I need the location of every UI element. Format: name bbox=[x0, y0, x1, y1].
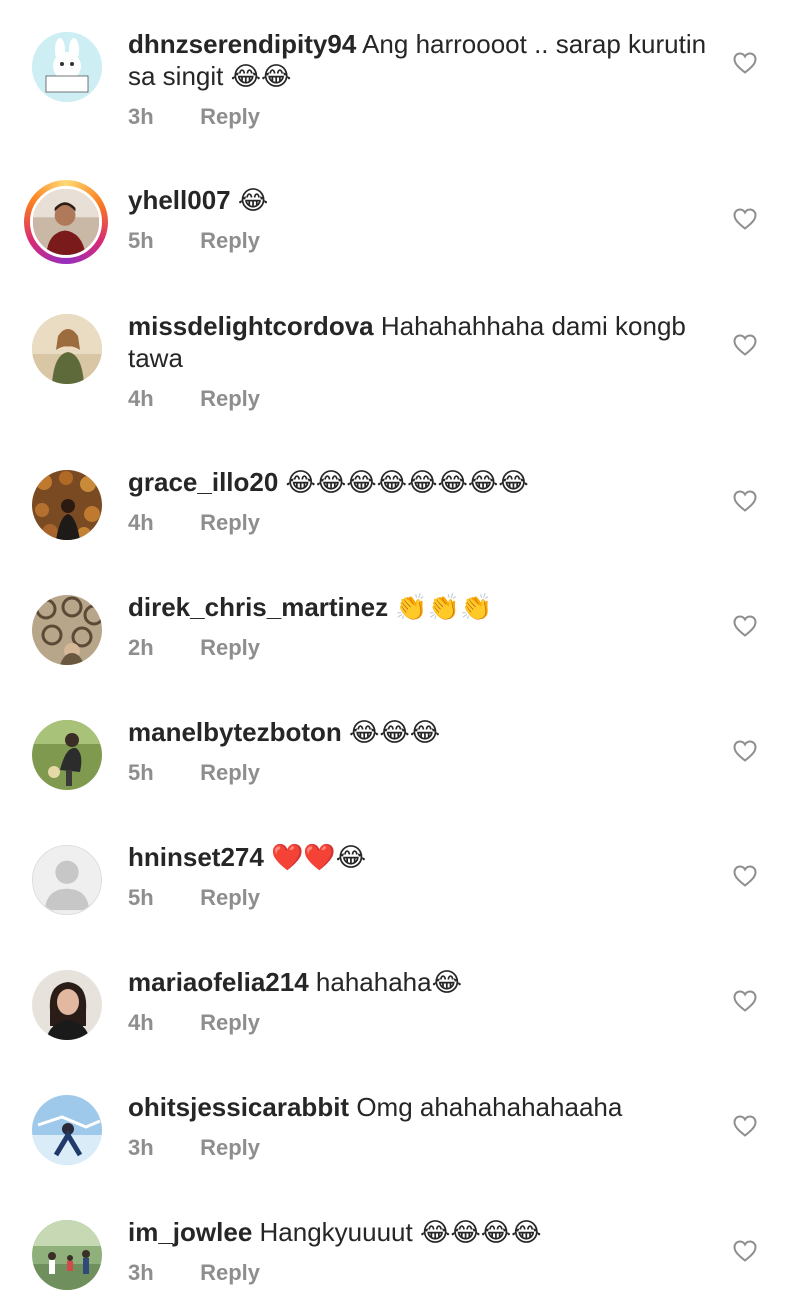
avatar-photo bbox=[32, 314, 102, 384]
comment-text: mariaofelia214 hahahaha😂 bbox=[128, 966, 713, 999]
like-heart-icon[interactable] bbox=[733, 865, 757, 887]
avatar[interactable] bbox=[32, 595, 102, 665]
like-heart-icon[interactable] bbox=[733, 490, 757, 512]
reply-button[interactable]: Reply bbox=[200, 510, 260, 535]
avatar[interactable] bbox=[32, 845, 102, 915]
comment-text: manelbytezboton 😂😂😂 bbox=[128, 716, 713, 749]
comment-text: ohitsjessicarabbit Omg ahahahahahaaha bbox=[128, 1091, 713, 1124]
comment-timestamp: 5h bbox=[128, 228, 154, 253]
comment-meta: 5h Reply bbox=[128, 227, 713, 255]
comment-meta: 3h Reply bbox=[128, 1134, 713, 1162]
comment-meta: 5h Reply bbox=[128, 759, 713, 787]
emoji: 😂 bbox=[431, 968, 462, 998]
comment-username[interactable]: direk_chris_martinez bbox=[128, 592, 388, 622]
comment-text: hninset274 ❤️❤️😂 bbox=[128, 841, 713, 874]
emoji: 😂😂😂 bbox=[349, 718, 441, 748]
emoji: ❤️❤️😂 bbox=[271, 843, 367, 873]
avatar-photo bbox=[32, 595, 102, 665]
reply-button[interactable]: Reply bbox=[200, 1135, 260, 1160]
comment-username[interactable]: grace_illo20 bbox=[128, 467, 278, 497]
comment-text: missdelightcordova Hahahahhaha dami kong… bbox=[128, 310, 713, 375]
avatar[interactable] bbox=[32, 720, 102, 790]
emoji: 😂😂😂😂 bbox=[419, 1218, 542, 1248]
like-heart-icon[interactable] bbox=[733, 208, 757, 230]
avatar[interactable] bbox=[32, 470, 102, 540]
comment-timestamp: 3h bbox=[128, 1135, 154, 1160]
comment-meta: 4h Reply bbox=[128, 509, 713, 537]
avatar[interactable] bbox=[24, 180, 108, 264]
reply-button[interactable]: Reply bbox=[200, 635, 260, 660]
avatar[interactable] bbox=[32, 970, 102, 1040]
reply-button[interactable]: Reply bbox=[200, 760, 260, 785]
comment-text: grace_illo20 😂😂😂😂😂😂😂😂 bbox=[128, 466, 713, 499]
comment-username[interactable]: dhnzserendipity94 bbox=[128, 29, 356, 59]
reply-button[interactable]: Reply bbox=[200, 1010, 260, 1035]
comment-meta: 3h Reply bbox=[128, 1259, 713, 1287]
like-heart-icon[interactable] bbox=[733, 740, 757, 762]
comment-timestamp: 5h bbox=[128, 885, 154, 910]
comment-username[interactable]: im_jowlee bbox=[128, 1217, 252, 1247]
avatar-photo bbox=[32, 1220, 102, 1290]
avatar-photo bbox=[32, 470, 102, 540]
avatar-photo bbox=[32, 970, 102, 1040]
avatar[interactable] bbox=[32, 1220, 102, 1290]
like-heart-icon[interactable] bbox=[733, 52, 757, 74]
emoji: 😂😂😂😂😂😂😂😂 bbox=[285, 468, 529, 498]
avatar-photo bbox=[32, 1095, 102, 1165]
comment-username[interactable]: mariaofelia214 bbox=[128, 967, 309, 997]
comment-text: yhell007 😂 bbox=[128, 184, 713, 217]
emoji: 😂😂 bbox=[230, 62, 292, 92]
comment-timestamp: 4h bbox=[128, 1010, 154, 1035]
comment-meta: 5h Reply bbox=[128, 884, 713, 912]
reply-button[interactable]: Reply bbox=[200, 386, 260, 411]
comment-username[interactable]: ohitsjessicarabbit bbox=[128, 1092, 349, 1122]
comment-timestamp: 3h bbox=[128, 1260, 154, 1285]
comment-meta: 3h Reply bbox=[128, 103, 713, 131]
comment-meta: 4h Reply bbox=[128, 385, 713, 413]
comment-message: hahahaha bbox=[315, 967, 432, 997]
reply-button[interactable]: Reply bbox=[200, 228, 260, 253]
avatar[interactable] bbox=[32, 314, 102, 384]
reply-button[interactable]: Reply bbox=[200, 885, 260, 910]
comment-message: Omg ahahahahahaaha bbox=[356, 1092, 623, 1122]
comment-username[interactable]: missdelightcordova bbox=[128, 311, 374, 341]
comment-timestamp: 4h bbox=[128, 510, 154, 535]
comment-text: dhnzserendipity94 Ang harroooot .. sarap… bbox=[128, 28, 713, 93]
comment-timestamp: 5h bbox=[128, 760, 154, 785]
comment-text: direk_chris_martinez 👏👏👏 bbox=[128, 591, 713, 624]
like-heart-icon[interactable] bbox=[733, 334, 757, 356]
emoji: 👏👏👏 bbox=[395, 593, 493, 623]
comment-timestamp: 3h bbox=[128, 104, 154, 129]
comment-message: Hangkyuuuut bbox=[259, 1217, 413, 1247]
avatar-photo bbox=[32, 720, 102, 790]
like-heart-icon[interactable] bbox=[733, 990, 757, 1012]
avatar[interactable] bbox=[32, 1095, 102, 1165]
reply-button[interactable]: Reply bbox=[200, 1260, 260, 1285]
comment-meta: 4h Reply bbox=[128, 1009, 713, 1037]
comment-username[interactable]: hninset274 bbox=[128, 842, 264, 872]
comment-username[interactable]: yhell007 bbox=[128, 185, 231, 215]
comment-meta: 2h Reply bbox=[128, 634, 713, 662]
like-heart-icon[interactable] bbox=[733, 1240, 757, 1262]
avatar[interactable] bbox=[32, 32, 102, 102]
like-heart-icon[interactable] bbox=[733, 615, 757, 637]
emoji: 😂 bbox=[237, 186, 269, 216]
reply-button[interactable]: Reply bbox=[200, 104, 260, 129]
comment-timestamp: 4h bbox=[128, 386, 154, 411]
like-heart-icon[interactable] bbox=[733, 1115, 757, 1137]
comment-username[interactable]: manelbytezboton bbox=[128, 717, 342, 747]
avatar-bunny-icon bbox=[32, 32, 102, 102]
avatar-photo bbox=[30, 186, 102, 258]
default-avatar-icon bbox=[33, 846, 101, 914]
comment-timestamp: 2h bbox=[128, 635, 154, 660]
comment-text: im_jowlee Hangkyuuuut 😂😂😂😂 bbox=[128, 1216, 713, 1249]
